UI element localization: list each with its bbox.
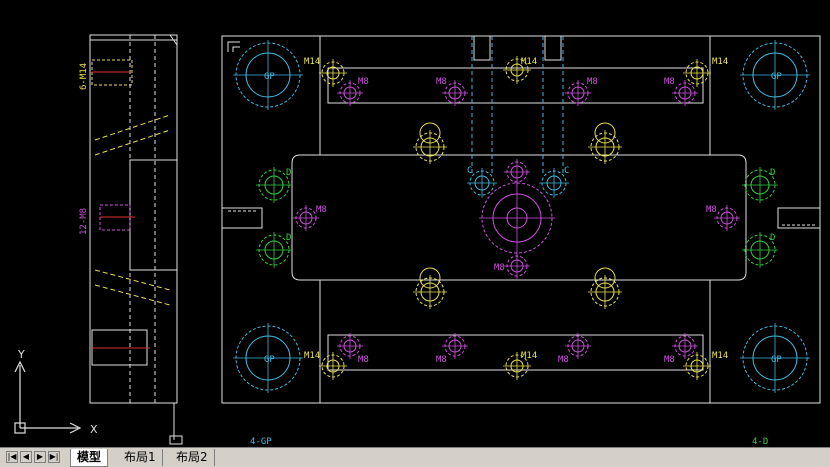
d-label: D bbox=[286, 168, 291, 178]
d-label: D bbox=[770, 168, 775, 178]
layout-tab-bar: |◀ ◀ ▶ ▶| 模型 布局1 布局2 bbox=[0, 447, 830, 467]
tab-layout1[interactable]: 布局1 bbox=[118, 449, 163, 466]
gp-label: GP bbox=[264, 72, 275, 82]
ucs-y-label: Y bbox=[17, 348, 25, 361]
label-4-gp: 4-GP bbox=[250, 437, 272, 447]
drawing-canvas[interactable]: 6-M14 12-M8 Y X GP GP GP GP M14 M14 M14 M14 bbox=[0, 0, 830, 447]
c-label: C bbox=[467, 166, 472, 176]
first-icon[interactable]: |◀ bbox=[6, 451, 18, 463]
gp-label: GP bbox=[771, 72, 782, 82]
side-view bbox=[89, 34, 183, 445]
m8-label: M8 bbox=[706, 205, 717, 215]
m8-label: M8 bbox=[358, 355, 369, 365]
m8-label: M8 bbox=[587, 77, 598, 87]
m8-label: M8 bbox=[436, 355, 447, 365]
m8-label: M8 bbox=[664, 77, 675, 87]
ucs-icon bbox=[14, 360, 82, 434]
gp-label: GP bbox=[264, 355, 275, 365]
m14-label: M14 bbox=[304, 351, 320, 361]
gp-label: GP bbox=[771, 355, 782, 365]
cad-drawing: 6-M14 12-M8 Y X GP GP GP GP M14 M14 M14 M14 bbox=[14, 34, 821, 447]
tab-layout2[interactable]: 布局2 bbox=[170, 449, 215, 466]
m14-label: M14 bbox=[521, 351, 537, 361]
side-top-label: 6-M14 bbox=[79, 63, 89, 90]
last-icon[interactable]: ▶| bbox=[48, 451, 60, 463]
m8-label: M8 bbox=[436, 77, 447, 87]
side-mid-label: 12-M8 bbox=[79, 208, 89, 235]
m14-label: M14 bbox=[521, 57, 537, 67]
c-label: C bbox=[564, 166, 569, 176]
prev-icon[interactable]: ◀ bbox=[20, 451, 32, 463]
ucs-x-label: X bbox=[90, 423, 98, 436]
m8-label: M8 bbox=[316, 205, 327, 215]
m8-label: M8 bbox=[494, 263, 505, 273]
d-label: D bbox=[770, 233, 775, 243]
tab-model[interactable]: 模型 bbox=[70, 449, 109, 467]
m8-label: M8 bbox=[558, 355, 569, 365]
m8-label: M8 bbox=[358, 77, 369, 87]
next-icon[interactable]: ▶ bbox=[34, 451, 46, 463]
label-4-d: 4-D bbox=[752, 437, 768, 447]
m14-label: M14 bbox=[304, 57, 320, 67]
m8-label: M8 bbox=[664, 355, 675, 365]
d-label: D bbox=[286, 233, 291, 243]
m14-label: M14 bbox=[712, 57, 728, 67]
m14-label: M14 bbox=[712, 351, 728, 361]
